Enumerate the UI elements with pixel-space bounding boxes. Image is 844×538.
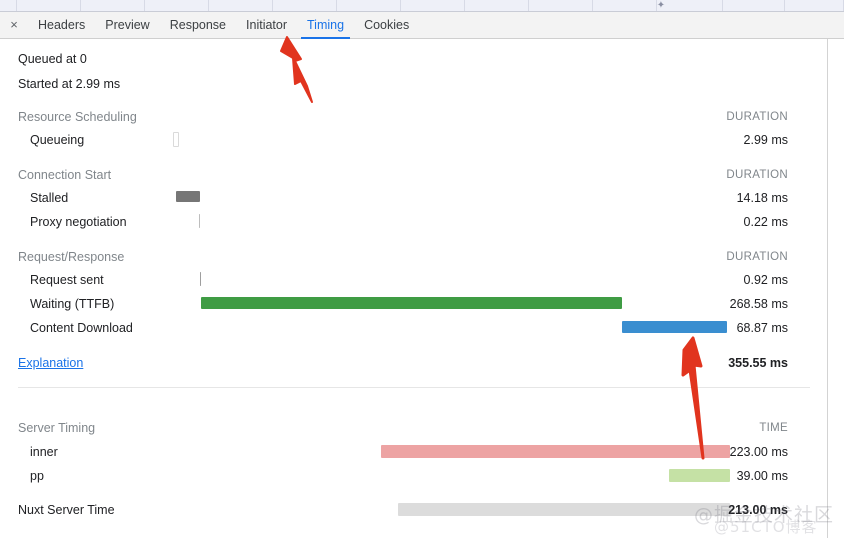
queued-at-label: Queued at 0 [18,52,87,66]
table-cell [785,0,844,11]
network-table-partial-row: ✦ [0,0,844,12]
row-request-sent[interactable]: Request sent 0.92 ms [0,268,827,292]
row-server-inner[interactable]: inner 223.00 ms [0,440,827,464]
timing-bar-inner [381,445,730,458]
tab-headers[interactable]: Headers [28,12,95,38]
table-cell [0,0,17,11]
row-value: 268.58 ms [729,297,788,311]
close-icon[interactable]: × [0,12,28,38]
tab-initiator[interactable]: Initiator [236,12,297,38]
row-label: Queueing [30,133,85,147]
section-connection-start: Connection Start DURATION [0,163,827,187]
timing-bar-nuxt-server-time [398,503,730,516]
table-cell [145,0,209,11]
row-queued-at: Queued at 0 [0,47,827,71]
tab-timing[interactable]: Timing [297,12,354,39]
row-started-at: Started at 2.99 ms [0,72,827,96]
tab-response[interactable]: Response [160,12,236,38]
row-content-download[interactable]: Content Download 68.87 ms [0,316,827,340]
column-header-duration: DURATION [726,251,788,263]
cursor-icon: ✦ [656,0,666,11]
total-duration-value: 355.55 ms [728,356,788,370]
row-value: 223.00 ms [729,445,788,459]
row-waiting-ttfb[interactable]: Waiting (TTFB) 268.58 ms [0,292,827,316]
timing-bar-request-sent [200,272,201,286]
table-cell [465,0,529,11]
started-at-label: Started at 2.99 ms [18,77,121,91]
row-value: 68.87 ms [736,321,788,335]
tab-preview[interactable]: Preview [95,12,159,38]
row-nuxt-server-time[interactable]: Nuxt Server Time 213.00 ms [0,498,827,522]
row-label: pp [30,469,44,483]
table-cell [17,0,81,11]
section-divider [18,387,810,388]
timing-panel: Queued at 0 Started at 2.99 ms Resource … [0,39,828,538]
row-label: inner [30,445,58,459]
section-title: Resource Scheduling [18,110,137,124]
row-label: Request sent [30,273,104,287]
timing-bar-pp [669,469,730,482]
section-title: Request/Response [18,250,125,264]
row-value: 2.99 ms [743,133,788,147]
table-cell [593,0,657,11]
row-proxy-negotiation[interactable]: Proxy negotiation 0.22 ms [0,210,827,234]
panel-right-gutter [828,39,844,538]
column-header-time: TIME [759,422,788,434]
row-value: 213.00 ms [728,503,788,517]
column-header-duration: DURATION [726,169,788,181]
row-label: Nuxt Server Time [18,503,115,517]
section-title: Connection Start [18,168,112,182]
timing-bar-content-download [622,321,727,333]
row-stalled[interactable]: Stalled 14.18 ms [0,186,827,210]
table-cell [209,0,273,11]
timing-bar-waiting-ttfb [201,297,622,309]
row-value: 0.22 ms [743,215,788,229]
explanation-link[interactable]: Explanation [18,351,83,375]
timing-bar-queueing [173,132,179,147]
section-title: Server Timing [18,421,96,435]
table-cell [529,0,593,11]
timing-bar-stalled [176,191,200,202]
table-cell [723,0,785,11]
timing-bar-proxy-negotiation [199,214,200,228]
table-cell [337,0,401,11]
row-explanation-total: Explanation 355.55 ms [0,351,827,375]
row-label: Content Download [30,321,133,335]
table-cell [273,0,337,11]
section-server-timing: Server Timing TIME [0,416,827,440]
detail-tabbar: × Headers Preview Response Initiator Tim… [0,12,844,39]
tab-cookies[interactable]: Cookies [354,12,419,38]
row-value: 0.92 ms [743,273,788,287]
row-value: 14.18 ms [736,191,788,205]
row-label: Proxy negotiation [30,215,127,229]
section-resource-scheduling: Resource Scheduling DURATION [0,105,827,129]
table-cell [81,0,145,11]
row-label: Waiting (TTFB) [30,297,115,311]
row-label: Stalled [30,191,69,205]
column-header-duration: DURATION [726,111,788,123]
devtools-network-timing-screen: ✦ × Headers Preview Response Initiator T… [0,0,844,538]
row-server-pp[interactable]: pp 39.00 ms [0,464,827,488]
row-value: 39.00 ms [736,469,788,483]
table-cell [401,0,465,11]
row-queueing[interactable]: Queueing 2.99 ms [0,128,827,152]
section-request-response: Request/Response DURATION [0,245,827,269]
